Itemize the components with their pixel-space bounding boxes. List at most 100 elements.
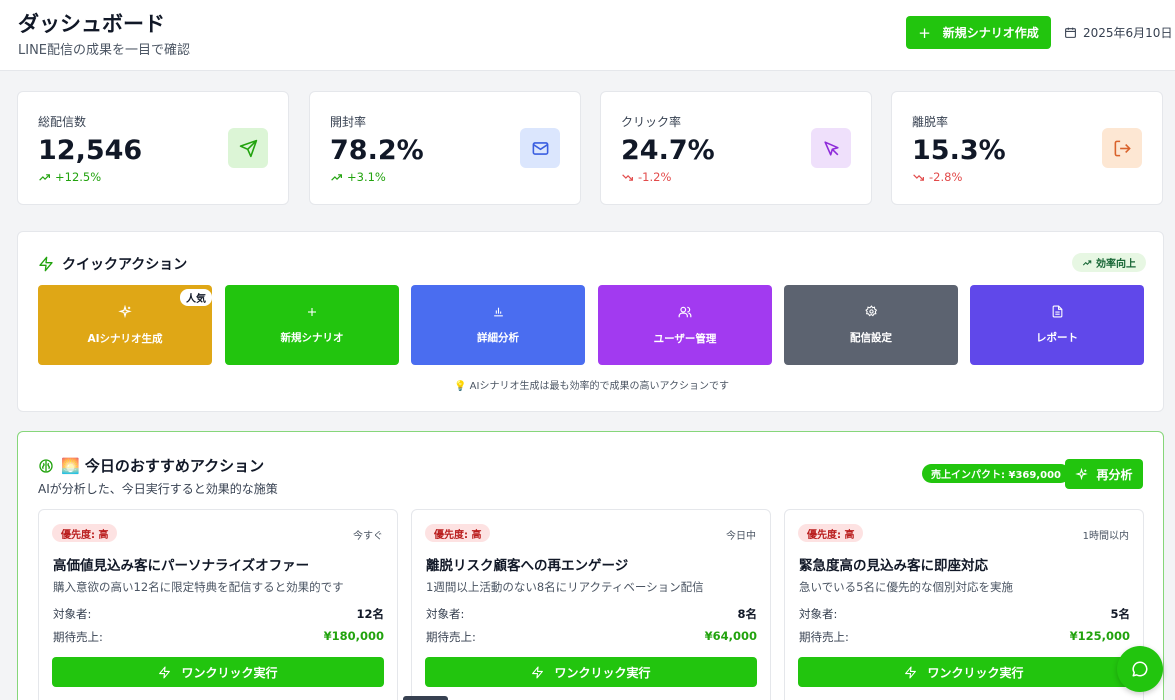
- stat-change-text: +3.1%: [347, 170, 386, 184]
- qa-tile-label: レポート: [1036, 332, 1078, 344]
- revenue-value: ¥64,000: [704, 629, 757, 643]
- brain-icon: [39, 458, 53, 473]
- mail-icon: [520, 128, 560, 168]
- page-title: ダッシュボード: [18, 12, 165, 36]
- gear-icon: [864, 305, 877, 317]
- qa-tile-label: 詳細分析: [477, 332, 519, 344]
- popular-badge: 人気: [180, 289, 212, 306]
- trend-down-icon: [913, 173, 924, 181]
- priority-badge: 優先度: 高: [425, 524, 491, 542]
- recommendations-title-text: 🌅 今日のおすすめアクション: [61, 457, 265, 475]
- chat-icon: [1132, 661, 1148, 677]
- revenue-row: 期待売上: ¥180,000: [53, 629, 384, 645]
- efficiency-badge: 効率向上: [1072, 253, 1146, 272]
- lightning-icon: [905, 666, 917, 678]
- stat-value: 15.3%: [912, 135, 1006, 166]
- qa-tile-report[interactable]: レポート: [970, 285, 1144, 365]
- stat-card-total-sent: 総配信数 12,546 +12.5%: [17, 91, 289, 205]
- revenue-label: 期待売上:: [53, 630, 103, 644]
- trend-up-icon: [1082, 259, 1092, 265]
- sparkles-icon: [118, 304, 132, 318]
- quick-actions-title-text: クイックアクション: [62, 257, 188, 273]
- cursor-icon: [811, 128, 851, 168]
- recommendation-title: 高価値見込み客にパーソナライズオファー: [53, 558, 310, 574]
- bar-chart-icon: [493, 307, 503, 317]
- qa-tile-label: ユーザー管理: [653, 332, 717, 345]
- revenue-label: 期待売上:: [426, 630, 476, 644]
- date-display: 2025年6月10日: [1064, 24, 1172, 41]
- qa-tile-label: 新規シナリオ: [280, 331, 344, 344]
- reanalyze-label: 再分析: [1096, 467, 1133, 482]
- stat-change-text: +12.5%: [55, 170, 102, 184]
- date-text: 2025年6月10日: [1083, 26, 1173, 40]
- plus-icon: +: [918, 23, 931, 42]
- revenue-label: 期待売上:: [799, 630, 849, 644]
- recommendation-card: 優先度: 高 今日中 離脱リスク顧客への再エンゲージ 1週間以上活動のない8名に…: [411, 509, 771, 700]
- stat-label: 離脱率: [912, 115, 949, 129]
- stat-label: 総配信数: [38, 115, 87, 129]
- stat-change: +3.1%: [330, 170, 386, 184]
- recommendation-card: 優先度: 高 1時間以内 緊急度高の見込み客に即座対応 急いでいる5名に優先的な…: [784, 509, 1144, 700]
- quick-actions-title: クイックアクション: [38, 254, 187, 274]
- tooltip-stub: [403, 696, 448, 700]
- one-click-execute-button[interactable]: ワンクリック実行: [425, 657, 757, 687]
- new-scenario-button[interactable]: + 新規シナリオ作成: [906, 16, 1051, 49]
- trend-up-icon: [39, 173, 50, 181]
- trend-down-icon: [622, 173, 633, 181]
- stat-change: -2.8%: [912, 170, 962, 184]
- new-scenario-label: 新規シナリオ作成: [942, 26, 1039, 40]
- users-icon: [678, 306, 692, 317]
- one-click-execute-button[interactable]: ワンクリック実行: [798, 657, 1130, 687]
- sparkles-icon: [1075, 467, 1089, 480]
- calendar-icon: [1065, 27, 1076, 38]
- chat-fab-button[interactable]: [1117, 646, 1163, 692]
- stat-value: 24.7%: [621, 135, 715, 166]
- recommendation-description: 1週間以上活動のない8名にリアクティベーション配信: [426, 580, 704, 594]
- target-label: 対象者:: [53, 607, 92, 621]
- stat-card-open-rate: 開封率 78.2% +3.1%: [309, 91, 581, 205]
- recommendation-description: 購入意欲の高い12名に限定特典を配信すると効果的です: [53, 580, 344, 594]
- target-value: 12名: [356, 607, 384, 621]
- page-subtitle: LINE配信の成果を一目で確認: [18, 43, 191, 58]
- quick-actions-tip: 💡 AIシナリオ生成は最も効率的で成果の高いアクションです: [454, 381, 729, 392]
- quick-actions-panel: クイックアクション 効率向上 人気 AIシナリオ生成 新規シナリオ 詳細分析 ユ…: [17, 231, 1164, 412]
- timing-label: 1時間以内: [1082, 531, 1129, 542]
- qa-tile-label: 配信設定: [850, 332, 892, 344]
- target-label: 対象者:: [799, 607, 838, 621]
- target-row: 対象者: 5名: [799, 606, 1130, 622]
- qa-tile-settings[interactable]: 配信設定: [784, 285, 958, 365]
- stat-change: -1.2%: [621, 170, 671, 184]
- priority-badge: 優先度: 高: [798, 524, 864, 542]
- qa-tile-new-scenario[interactable]: 新規シナリオ: [225, 285, 399, 365]
- recommendation-description: 急いでいる5名に優先的な個別対応を実施: [799, 580, 1013, 594]
- lightning-icon: [532, 666, 544, 678]
- reanalyze-button[interactable]: 再分析: [1065, 459, 1143, 489]
- stat-label: 開封率: [330, 115, 367, 129]
- qa-tile-users[interactable]: ユーザー管理: [598, 285, 772, 365]
- revenue-row: 期待売上: ¥125,000: [799, 629, 1130, 645]
- stat-label: クリック率: [621, 115, 682, 129]
- stat-value: 12,546: [38, 135, 143, 166]
- one-click-execute-button[interactable]: ワンクリック実行: [52, 657, 384, 687]
- recommendation-card: 優先度: 高 今すぐ 高価値見込み客にパーソナライズオファー 購入意欲の高い12…: [38, 509, 398, 700]
- execute-label: ワンクリック実行: [927, 665, 1024, 680]
- qa-tile-ai-scenario[interactable]: 人気 AIシナリオ生成: [38, 285, 212, 365]
- send-icon: [228, 128, 268, 168]
- recommendations-panel: 🌅 今日のおすすめアクション AIが分析した、今日実行すると効果的な施策 売上イ…: [17, 431, 1164, 700]
- sales-impact-badge: 売上インパクト: ¥369,000: [922, 464, 1070, 483]
- stat-change: +12.5%: [38, 170, 101, 184]
- recommendation-title: 離脱リスク顧客への再エンゲージ: [426, 558, 629, 574]
- logout-icon: [1102, 128, 1142, 168]
- revenue-value: ¥180,000: [323, 629, 384, 643]
- lightning-icon: [39, 256, 53, 272]
- execute-label: ワンクリック実行: [181, 665, 278, 680]
- target-row: 対象者: 12名: [53, 606, 384, 622]
- execute-label: ワンクリック実行: [554, 665, 651, 680]
- target-value: 8名: [737, 607, 757, 621]
- stat-card-click-rate: クリック率 24.7% -1.2%: [600, 91, 872, 205]
- target-value: 5名: [1110, 607, 1130, 621]
- target-label: 対象者:: [426, 607, 465, 621]
- revenue-value: ¥125,000: [1069, 629, 1130, 643]
- qa-tile-analytics[interactable]: 詳細分析: [411, 285, 585, 365]
- target-row: 対象者: 8名: [426, 606, 757, 622]
